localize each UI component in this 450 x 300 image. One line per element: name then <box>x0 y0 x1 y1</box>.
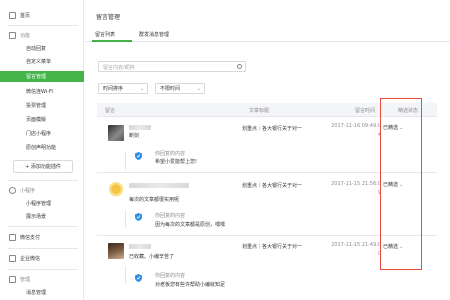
comment-text: 已收藏。小编辛苦了 <box>129 254 175 260</box>
sidebar-divider <box>8 226 78 227</box>
comment-text: 每次的文章都很实用呢 <box>129 197 180 203</box>
sidebar-item-store-miniprogram[interactable]: 门店小程序 <box>0 128 84 139</box>
sidebar: 首页 功能 自动回复 自定义菜单 留言管理 微信连Wi-Fi 投票管理 页面模版… <box>0 0 84 300</box>
reply-connector <box>125 152 126 170</box>
reply-text: 因为每次的文章都是原创，嘿嘿 <box>155 222 226 228</box>
reply-text: 希望小爱能帮上您! <box>155 159 198 165</box>
article-title[interactable]: 划重点｜各大银行关于对一 <box>242 243 302 250</box>
reply-label: 你回复的内容 <box>155 213 186 219</box>
avatar <box>108 243 124 259</box>
sidebar-item-vote-mgmt[interactable]: 投票管理 <box>0 100 84 111</box>
chevron-down-icon: ⌄ <box>196 86 201 92</box>
tab-broadcast-mgmt[interactable]: 群发消息管理 <box>139 31 169 38</box>
sidebar-item-showcase[interactable]: 展示场景 <box>0 211 84 222</box>
avatar <box>108 125 124 141</box>
comment-time: 2017-11-15 21:56:0 9 <box>331 181 381 196</box>
sidebar-divider <box>8 269 78 270</box>
active-tab-indicator <box>92 40 132 42</box>
add-plugin-button[interactable]: + 添加功能插件 <box>13 160 73 173</box>
comment-time: 2017-11-15 21:49:0 0 <box>331 242 381 257</box>
tab-bar: 留言列表 群发消息管理 <box>85 28 450 42</box>
tab-comment-list[interactable]: 留言列表 <box>95 31 115 38</box>
article-title[interactable]: 划重点｜各大银行关于对一 <box>242 125 302 132</box>
manage-icon <box>9 276 16 283</box>
comment-time: 2017-11-16 09:49:0 4 <box>331 123 381 138</box>
sidebar-item-wifi[interactable]: 微信连Wi-Fi <box>0 86 84 97</box>
reply-connector <box>125 210 126 228</box>
shield-icon <box>135 213 142 221</box>
page-title: 留言管理 <box>96 14 121 21</box>
search-placeholder: 留言内容/昵称 <box>103 65 135 71</box>
home-icon <box>9 12 16 19</box>
features-icon <box>9 32 16 39</box>
sidebar-item-original-declaration[interactable]: 原创声明功能 <box>0 142 84 153</box>
avatar <box>108 182 124 198</box>
sidebar-item-comment-mgmt[interactable]: 留言管理 <box>0 71 84 82</box>
shield-icon <box>135 274 142 282</box>
sidebar-section-miniprogram: 小程序 <box>0 185 84 196</box>
sidebar-item-home[interactable]: 首页 <box>0 10 84 21</box>
status-column-highlight <box>380 98 422 270</box>
search-input[interactable]: 留言内容/昵称 <box>98 61 246 72</box>
sidebar-item-custom-menu[interactable]: 自定义菜单 <box>0 56 84 67</box>
sidebar-divider <box>8 180 78 181</box>
sidebar-item-wechat-pay[interactable]: 微信支付 <box>0 232 84 243</box>
sidebar-section-manage: 管理 <box>0 274 84 285</box>
user-name-blurred <box>129 183 189 188</box>
column-header-article: 文章标题 <box>249 108 270 114</box>
miniprogram-icon <box>9 187 16 194</box>
search-icon[interactable] <box>237 64 242 69</box>
chevron-down-icon: ⌄ <box>139 86 144 92</box>
sidebar-item-pages-template[interactable]: 页面模版 <box>0 114 84 125</box>
reply-text: 对老板您有些许帮助小编就知足 <box>155 282 226 288</box>
sidebar-divider <box>8 25 78 26</box>
sidebar-item-message-mgmt[interactable]: 消息管理 <box>0 287 84 298</box>
time-filter-dropdown[interactable]: 不限时间 ⌄ <box>155 83 205 94</box>
article-title[interactable]: 划重点｜各大银行关于对一 <box>242 182 302 189</box>
sidebar-item-miniprogram-mgmt[interactable]: 小程序管理 <box>0 198 84 209</box>
main-content: 留言管理 留言列表 群发消息管理 留言内容/昵称 时间排序 ⌄ 不限时间 ⌄ 留… <box>85 0 450 300</box>
user-name-blurred <box>129 125 151 130</box>
comment-text: 断剑 <box>129 133 140 139</box>
sidebar-divider <box>8 248 78 249</box>
sidebar-item-enterprise-wechat[interactable]: 企业微信 <box>0 253 84 264</box>
sort-dropdown[interactable]: 时间排序 ⌄ <box>98 83 148 94</box>
sidebar-item-auto-reply[interactable]: 自动回复 <box>0 43 84 54</box>
wechat-pay-icon <box>9 234 16 241</box>
reply-label: 你回复的内容 <box>155 273 186 279</box>
sidebar-section-features: 功能 <box>0 30 84 41</box>
reply-label: 你回复的内容 <box>155 151 186 157</box>
enterprise-wechat-icon <box>9 255 16 262</box>
column-header-comment: 留言 <box>105 108 116 114</box>
reply-connector <box>125 266 126 284</box>
shield-icon <box>135 152 142 160</box>
user-name-blurred <box>129 244 151 249</box>
column-header-time: 留言时间 <box>355 108 376 114</box>
